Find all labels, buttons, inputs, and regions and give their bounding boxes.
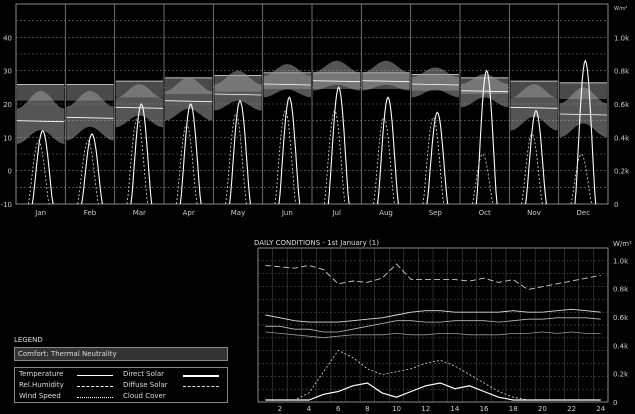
- y-left-tick-label: 10: [3, 134, 12, 142]
- daily-y-right-tick-label: 0.6k: [613, 314, 629, 322]
- daily-x-tick-label: 14: [450, 405, 459, 413]
- legend-direct-solar: Direct Solar: [123, 370, 165, 378]
- legend-rel-humidity: Rel.Humidity: [19, 381, 64, 389]
- daily-y-right-tick-label: 0.4k: [613, 342, 629, 350]
- daily-x-tick-label: 12: [421, 405, 430, 413]
- y-right-tick-label: 0: [614, 201, 618, 209]
- monthly-chart: 40 30 20 10 0 -10 1.0k 0.8k 0.6k 0.4k 0.2k 0 W/m² Jan…: [1, 3, 630, 217]
- month-label: Mar: [133, 209, 146, 217]
- y-right-unit: W/m²: [614, 6, 628, 12]
- legend-wind-speed: Wind Speed: [19, 392, 61, 400]
- daily-y-right-unit: W/m²: [613, 240, 632, 248]
- legend-items: Temperature Rel.Humidity Wind Speed Dire…: [14, 367, 228, 403]
- y-left-tick-label: -10: [1, 201, 12, 209]
- direct-solar-curve: [81, 133, 103, 205]
- daily-x-tick-label: 6: [336, 405, 341, 413]
- month-label: Dec: [577, 209, 591, 217]
- legend-temperature: Temperature: [19, 370, 64, 378]
- month-label: Sep: [429, 209, 443, 217]
- daily-x-tick-label: 18: [509, 405, 518, 413]
- diffuse-solar-swatch: [183, 386, 219, 387]
- month-label: Jan: [34, 209, 46, 217]
- y-right-tick-label: 0.4k: [614, 134, 630, 142]
- comfort-band-edge: [510, 80, 558, 82]
- month-label: Oct: [479, 209, 491, 217]
- daily-x-tick-label: 2: [278, 405, 282, 413]
- daily-chart: DAILY CONDITIONS - 1st January (1)2 4 6 8 10…: [254, 239, 632, 413]
- daily-y-right-tick-label: 0.2k: [613, 371, 629, 379]
- month-label: Aug: [379, 209, 393, 217]
- legend-title: LEGEND: [14, 336, 43, 344]
- temperature-swatch: [77, 375, 113, 376]
- daily-y-right-tick-label: 0: [613, 399, 617, 407]
- y-right-tick-label: 0.6k: [614, 101, 630, 109]
- y-left-tick-label: 40: [3, 34, 12, 42]
- temperature-envelope: [263, 64, 311, 98]
- direct-solar-curve: [525, 109, 547, 205]
- temperature-envelope: [411, 67, 459, 98]
- comfort-band-edge: [17, 84, 65, 85]
- diffuse-solar-curve: [323, 110, 346, 205]
- diffuse-solar-curve: [570, 153, 593, 205]
- rel-humidity-swatch: [77, 386, 113, 387]
- diffuse-solar-curve: [471, 153, 494, 205]
- daily-x-tick-label: 22: [567, 405, 576, 413]
- legend-diffuse-solar: Diffuse Solar: [123, 381, 168, 389]
- y-left-tick-label: 30: [3, 68, 12, 76]
- daily-x-tick-label: 24: [596, 405, 605, 413]
- direct-solar-curve: [278, 96, 301, 205]
- month-label: May: [231, 209, 245, 217]
- legend-comfort-bar: Comfort: Thermal Neutrality: [14, 347, 228, 361]
- y-right-tick-label: 1.0k: [614, 34, 630, 42]
- direct-solar-swatch: [183, 375, 219, 377]
- daily-x-tick-label: 16: [480, 405, 489, 413]
- diffuse-solar-curve: [175, 123, 198, 205]
- diffuse-solar-curve: [521, 133, 543, 205]
- daily-y-right-tick-label: 1.0k: [613, 257, 629, 265]
- y-left-tick-label: 20: [3, 101, 12, 109]
- y-right-tick-label: 0.2k: [614, 168, 630, 176]
- daily-x-tick-label: 8: [365, 405, 369, 413]
- direct-solar-curve: [426, 111, 449, 205]
- wind-speed-swatch: [77, 397, 113, 398]
- comfort-band-edge: [66, 84, 114, 85]
- daily-title: DAILY CONDITIONS - 1st January (1): [254, 239, 379, 247]
- direct-solar-curve: [229, 99, 251, 205]
- direct-solar-curve: [574, 59, 597, 205]
- daily-x-tick-label: 10: [392, 405, 401, 413]
- daily-y-right-tick-label: 0.8k: [613, 286, 629, 294]
- month-label: Jun: [281, 209, 293, 217]
- direct-solar-curve: [327, 86, 350, 205]
- month-label: Feb: [84, 209, 97, 217]
- diffuse-solar-curve: [373, 116, 395, 205]
- comfort-band-edge: [559, 82, 607, 84]
- direct-solar-curve: [31, 129, 54, 205]
- comfort-band-edge: [115, 80, 163, 82]
- daily-x-tick-label: 20: [538, 405, 547, 413]
- daily-x-tick-label: 4: [307, 405, 312, 413]
- direct-solar-curve: [377, 96, 399, 205]
- y-right-tick-label: 0.8k: [614, 68, 630, 76]
- y-left-tick-label: 0: [8, 168, 12, 176]
- legend-cloud-cover: Cloud Cover: [123, 392, 166, 400]
- month-label: Apr: [183, 209, 195, 217]
- month-label: Nov: [527, 209, 541, 217]
- legend: LEGEND Comfort: Thermal Neutrality Tempe…: [14, 336, 228, 403]
- month-label: Jul: [331, 209, 341, 217]
